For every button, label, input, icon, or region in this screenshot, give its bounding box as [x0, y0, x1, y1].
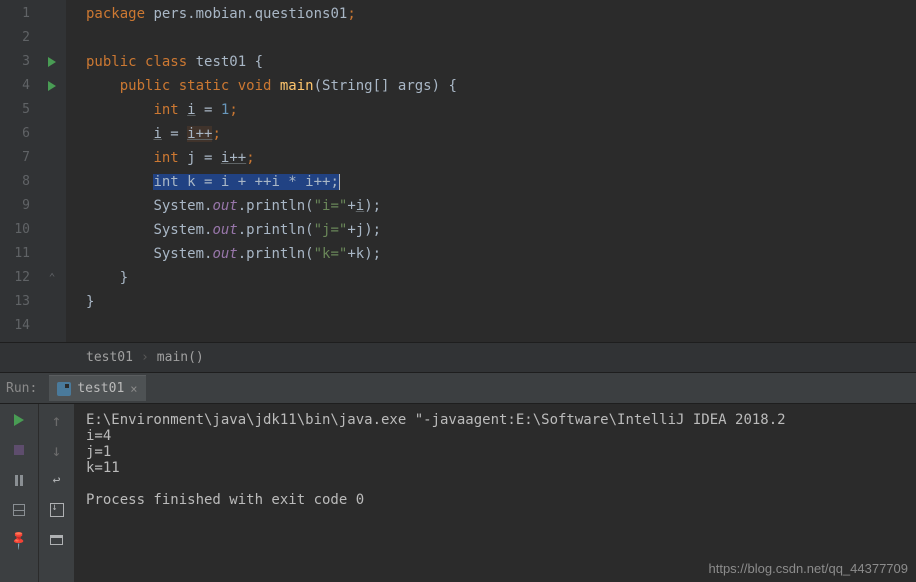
console-line: j=1 — [86, 444, 111, 460]
run-toolbar-primary: 📌 — [0, 404, 38, 582]
selected-text: int k = i + ++i * i++; — [153, 174, 338, 190]
line-number: 13 — [0, 290, 38, 314]
run-tab[interactable]: test01 × — [49, 375, 145, 401]
line-number: 2 — [0, 26, 38, 50]
close-icon[interactable]: × — [130, 382, 137, 396]
line-number: 5 — [0, 98, 38, 122]
keyword: public class — [86, 54, 187, 70]
line-number-gutter: 1 2 3 4 5 6 7 8 9 10 11 12 13 14 — [0, 0, 38, 342]
fold-icon[interactable]: ⌃ — [49, 266, 56, 290]
console-exit: Process finished with exit code 0 — [86, 492, 364, 508]
line-number: 11 — [0, 242, 38, 266]
run-gutter-icon[interactable] — [38, 50, 66, 74]
breadcrumb: test01 › main() — [0, 342, 916, 372]
caret — [339, 174, 340, 190]
line-number: 10 — [0, 218, 38, 242]
keyword: public static void — [120, 78, 272, 94]
code-editor[interactable]: package pers.mobian.questions01; public … — [66, 0, 916, 342]
line-number: 8 — [0, 170, 38, 194]
line-number: 14 — [0, 314, 38, 338]
arrow-up-icon[interactable]: ↑ — [49, 412, 65, 428]
line-number: 6 — [0, 122, 38, 146]
pause-icon[interactable] — [11, 472, 27, 488]
keyword: package — [86, 6, 145, 22]
package-name: pers.mobian.questions01 — [153, 6, 347, 22]
watermark: https://blog.csdn.net/qq_44377709 — [709, 561, 909, 576]
line-number: 1 — [0, 2, 38, 26]
run-tab-label: test01 — [77, 381, 124, 396]
soft-wrap-icon[interactable]: ↩ — [49, 472, 65, 488]
run-gutter-icon[interactable] — [38, 74, 66, 98]
line-number: 7 — [0, 146, 38, 170]
export-icon[interactable] — [49, 502, 65, 518]
pin-icon[interactable]: 📌 — [8, 529, 31, 552]
chevron-right-icon: › — [141, 343, 149, 373]
breadcrumb-item[interactable]: main() — [157, 343, 204, 373]
arrow-down-icon[interactable]: ↓ — [49, 442, 65, 458]
stop-icon[interactable] — [11, 442, 27, 458]
line-number: 3 — [0, 50, 38, 74]
breadcrumb-item[interactable]: test01 — [86, 343, 133, 373]
console-line: i=4 — [86, 428, 111, 444]
line-number: 12 — [0, 266, 38, 290]
editor-area: 1 2 3 4 5 6 7 8 9 10 11 12 13 14 ⌃ packa… — [0, 0, 916, 342]
run-tab-bar: Run: test01 × — [0, 372, 916, 404]
line-number: 4 — [0, 74, 38, 98]
run-toolbar-secondary: ↑ ↓ ↩ — [38, 404, 74, 582]
console-command: E:\Environment\java\jdk11\bin\java.exe "… — [86, 412, 786, 428]
layout-icon[interactable] — [11, 502, 27, 518]
method-name: main — [280, 78, 314, 94]
class-name: test01 — [196, 54, 247, 70]
console-line: k=11 — [86, 460, 120, 476]
run-panel: 📌 ↑ ↓ ↩ E:\Environment\java\jdk11\bin\ja… — [0, 404, 916, 582]
print-icon[interactable] — [49, 532, 65, 548]
run-panel-label: Run: — [0, 381, 49, 396]
gutter-icons: ⌃ — [38, 0, 66, 342]
console-output[interactable]: E:\Environment\java\jdk11\bin\java.exe "… — [74, 404, 916, 582]
rerun-icon[interactable] — [11, 412, 27, 428]
line-number: 9 — [0, 194, 38, 218]
file-icon — [57, 382, 71, 396]
